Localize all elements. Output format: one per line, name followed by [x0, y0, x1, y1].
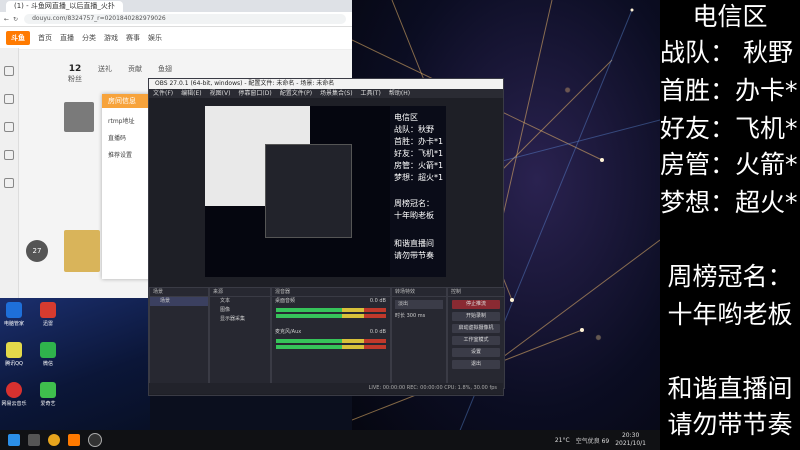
source-item[interactable]: 显示器采集: [210, 315, 270, 324]
source-item[interactable]: 文本: [210, 297, 270, 306]
sidebar-icon[interactable]: [4, 122, 14, 132]
sources-panel: 来源 文本 图像 显示器采集: [209, 287, 271, 389]
menu-item[interactable]: 视图(V): [210, 89, 231, 98]
menu-item[interactable]: 停靠窗口(D): [238, 89, 271, 98]
nav-item[interactable]: 分类: [82, 33, 96, 43]
stop-stream-button[interactable]: 停止推流: [452, 300, 500, 309]
menu-item[interactable]: 帮助(H): [389, 89, 410, 98]
back-icon[interactable]: ←: [4, 16, 9, 23]
obs-preview[interactable]: 电信区 战队：秋野 首胜：办卡*1 好友：飞机*1 房管：火箭*1 梦想：超火*…: [205, 106, 446, 277]
scene-item[interactable]: 场景: [150, 297, 208, 306]
studio-mode-button[interactable]: 工作室模式: [452, 336, 500, 345]
nav-item[interactable]: 娱乐: [148, 33, 162, 43]
stream-text-overlay: 电信区 战队： 秋野 首胜：办卡*1 好友：飞机*1 房管：火箭*1 梦想：超火…: [660, 0, 800, 450]
volume-meter[interactable]: [276, 339, 386, 343]
browser-tab[interactable]: (1) - 斗鱼网直播_以后直播_火扑: [6, 1, 123, 12]
start-recording-button[interactable]: 开始录制: [452, 312, 500, 321]
virtual-camera-button[interactable]: 启动虚拟摄像机: [452, 324, 500, 333]
sidebar-icon[interactable]: [4, 150, 14, 160]
obs-docks: 场景 场景 来源 文本 图像 显示器采集 混音器 桌面音频 0.0 dB 麦克风/…: [149, 287, 505, 395]
overlay-line: 请勿带节奏: [667, 410, 793, 439]
volume-meter[interactable]: [276, 345, 386, 349]
system-tray: 21°C 空气优良 69 20:30 2021/10/1: [555, 430, 646, 450]
desktop-icon-qq[interactable]: [6, 342, 22, 358]
desktop: 电脑管家 迅雷 腾讯QQ 微信 网易云音乐 爱奇艺: [0, 298, 150, 430]
gift-card[interactable]: [64, 230, 100, 272]
clock[interactable]: 20:30 2021/10/1: [615, 432, 646, 448]
overlay-line: 十年哟老板: [667, 300, 793, 329]
stat-item: 12 粉丝: [68, 64, 82, 83]
desktop-icon-music[interactable]: [6, 382, 22, 398]
avatar[interactable]: [64, 102, 94, 132]
overlay-line: 电信区: [692, 2, 768, 31]
desktop-icon-security[interactable]: [6, 302, 22, 318]
browser-tabbar: (1) - 斗鱼网直播_以后直播_火扑: [0, 0, 352, 12]
obs-title: OBS 27.0.1 (64-bit, windows) - 配置文件: 未命名…: [149, 79, 503, 89]
taskbar: 21°C 空气优良 69 20:30 2021/10/1: [0, 430, 660, 450]
mixer-channel: 桌面音频 0.0 dB: [275, 298, 386, 304]
chrome-icon[interactable]: [48, 434, 60, 446]
site-sidebar: [0, 48, 19, 298]
nav-item[interactable]: 直播: [60, 33, 74, 43]
address-input[interactable]: douyu.com/8324757_r=0201840282979026: [24, 14, 346, 24]
transitions-panel: 转场特效 淡出 时长 300 ms: [391, 287, 447, 389]
preview-overlay-text: 电信区 战队：秋野 首胜：办卡*1 好友：飞机*1 房管：火箭*1 梦想：超火*…: [390, 106, 446, 277]
scenes-panel: 场景 场景: [149, 287, 209, 389]
weather: 空气优良 69: [575, 437, 610, 445]
windows-start-icon[interactable]: [8, 434, 20, 446]
source-item[interactable]: 图像: [210, 306, 270, 315]
settings-button[interactable]: 设置: [452, 348, 500, 357]
stat-item: 送礼: [98, 65, 112, 73]
count-badge[interactable]: 27: [26, 240, 48, 262]
desktop-icon-iqiyi[interactable]: [40, 382, 56, 398]
nav-item[interactable]: 首页: [38, 33, 52, 43]
overlay-line: 战队： 秋野: [660, 38, 793, 67]
overlay-line: 房管：火箭*1: [660, 150, 800, 179]
search-icon[interactable]: [28, 434, 40, 446]
duration-field[interactable]: 时长 300 ms: [392, 312, 446, 321]
site-header: 斗鱼 首页 直播 分类 游戏 赛事 娱乐: [0, 27, 352, 50]
nav-item[interactable]: 赛事: [126, 33, 140, 43]
menu-item[interactable]: 文件(F): [153, 89, 173, 98]
desktop-icon-thunder[interactable]: [40, 302, 56, 318]
desktop-icon-wechat[interactable]: [40, 342, 56, 358]
menu-item[interactable]: 场景集合(S): [320, 89, 353, 98]
obs-icon[interactable]: [88, 433, 102, 447]
nav-item[interactable]: 游戏: [104, 33, 118, 43]
overlay-line: 和谐直播间: [667, 374, 793, 403]
volume-meter[interactable]: [276, 314, 386, 318]
overlay-line: 梦想：超火*1: [660, 188, 800, 217]
transition-select[interactable]: 淡出: [395, 300, 443, 309]
mixer-channel: 麦克风/Aux 0.0 dB: [275, 329, 386, 335]
overlay-line: 好友：飞机*1: [660, 114, 800, 143]
preview-obs-window: [265, 144, 352, 238]
sidebar-icon[interactable]: [4, 178, 14, 188]
mixer-panel: 混音器 桌面音频 0.0 dB 麦克风/Aux 0.0 dB: [271, 287, 391, 389]
obs-menubar: 文件(F) 编辑(E) 视图(V) 停靠窗口(D) 配置文件(P) 场景集合(S…: [149, 89, 503, 98]
refresh-icon[interactable]: ↻: [13, 16, 18, 23]
browser-urlbar: ← ↻ douyu.com/8324757_r=0201840282979026: [0, 12, 352, 27]
stat-item: 贡献: [128, 65, 142, 73]
menu-item[interactable]: 编辑(E): [181, 89, 201, 98]
exit-button[interactable]: 退出: [452, 360, 500, 369]
overlay-line: 首胜：办卡*1: [660, 76, 800, 105]
obs-window: OBS 27.0.1 (64-bit, windows) - 配置文件: 未命名…: [148, 78, 505, 396]
menu-item[interactable]: 配置文件(P): [280, 89, 312, 98]
controls-panel: 控制 停止推流 开始录制 启动虚拟摄像机 工作室模式 设置 退出: [447, 287, 505, 389]
volume-meter[interactable]: [276, 308, 386, 312]
site-logo[interactable]: 斗鱼: [6, 31, 30, 45]
douyu-icon[interactable]: [68, 434, 80, 446]
overlay-line: 周榜冠名：: [667, 262, 793, 291]
sidebar-icon[interactable]: [4, 94, 14, 104]
menu-item[interactable]: 工具(T): [361, 89, 381, 98]
temperature: 21°C: [554, 436, 570, 444]
sidebar-icon[interactable]: [4, 66, 14, 76]
obs-statusbar: LIVE: 00:00:00 REC: 00:00:00 CPU: 1.8%, …: [149, 383, 503, 394]
